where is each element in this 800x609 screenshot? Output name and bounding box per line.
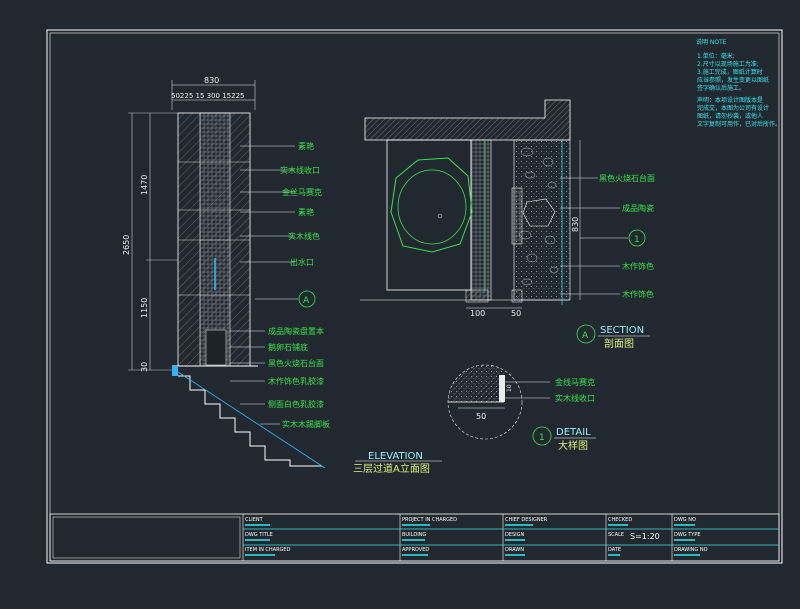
section-label-1: 成品陶瓷 [622, 203, 654, 213]
elevation-title-en: ELEVATION [368, 451, 423, 462]
tb-dwg-no: DWG NO [674, 517, 696, 523]
elev-label-10: 侧面白色乳胶漆 [268, 399, 324, 409]
detail-dim-10: 10 [506, 384, 513, 392]
section-marker-a-letter: A [303, 296, 310, 306]
tb-drawing-no: DRAWING NO [674, 547, 708, 553]
tb-chief-designer: CHIEF DESIGNER [505, 517, 548, 523]
elev-label-1: 实木线收口 [280, 165, 320, 175]
section-label-3: 木作饰色 [622, 289, 654, 299]
notes-line-7: 图纸，请勿抄袭，或他人 [697, 112, 763, 120]
sheet-inner-frame [49, 32, 780, 562]
notes-block: 说明 NOTE 1.单位：毫米; 2.尺寸以现场施工为准; 3.施工完成，图纸计… [696, 38, 781, 128]
elev-dim-1470: 1470 [140, 175, 149, 195]
detail-label-0: 金线马赛克 [555, 377, 595, 387]
elev-dim-830: 830 [204, 76, 219, 85]
section-label-2: 木作饰色 [622, 261, 654, 271]
elev-label-3: 素艳 [298, 207, 314, 217]
sheet-outer-frame [46, 29, 783, 564]
tb-scale: SCALE [608, 532, 624, 538]
section-title-en: SECTION [600, 325, 644, 336]
notes-line-8: 文字复制可用作，已对后所作。 [697, 120, 781, 128]
tb-building: BUILDING [402, 532, 426, 538]
elev-label-2: 金丝马赛克 [282, 187, 322, 197]
elevation-title-cn: 三层过道A立面图 [353, 462, 430, 475]
elev-label-0: 素艳 [298, 141, 314, 151]
notes-line-2: 3.施工完成，图纸计算时 [697, 68, 763, 76]
tb-scale-value: S=1:20 [630, 532, 660, 541]
elev-label-7: 鹅卵石铺底 [268, 342, 308, 352]
section-detail-marker-num: 1 [634, 235, 640, 245]
notes-line-6: 完成交，本图为公司有设计 [697, 104, 769, 112]
elev-dim-2650: 2650 [122, 235, 131, 255]
detail-dim-50: 50 [476, 412, 486, 421]
detail-title-cn: 大样图 [558, 439, 588, 452]
notes-line-1: 2.尺寸以现场施工为准; [697, 60, 759, 68]
section-title-marker-letter: A [582, 331, 589, 341]
elev-label-5: 出水口 [290, 257, 314, 267]
detail-title-en: DETAIL [556, 427, 591, 438]
tb-approved: APPROVED [402, 547, 429, 553]
elev-label-9: 木作饰色乳胶漆 [268, 376, 324, 386]
tb-dwg-title: DWG TITLE [245, 532, 273, 538]
section-title-cn: 剖面图 [604, 337, 634, 350]
section-dim-100: 100 [470, 309, 485, 318]
elev-label-6: 成品陶瓷盘置本 [268, 326, 324, 336]
tb-project: PROJECT IN CHARGED [402, 517, 457, 523]
title-block: CLIENT PROJECT IN CHARGED CHIEF DESIGNER… [49, 513, 780, 562]
section-label-0: 黑色火烧石台面 [599, 173, 655, 183]
elev-dim-segments: 50225 15 300 15225 [171, 92, 244, 100]
tb-client: CLIENT [245, 517, 264, 523]
elev-label-8: 黑色火烧石台面 [268, 358, 324, 368]
tb-item: ITEM IN CHARGED [245, 547, 291, 553]
section-drawing: 830 100 50 黑色火烧石台面 成品陶瓷 木作饰色 木作饰色 1 A SE… [360, 99, 655, 350]
elev-label-4: 实木线色 [288, 231, 320, 241]
tb-design: DESIGN [505, 532, 525, 538]
tb-date: DATE [608, 547, 621, 553]
elev-dim-1150: 1150 [140, 298, 149, 318]
notes-line-3: 应当参照，发生变更以图纸 [697, 76, 769, 84]
cad-drawing-sheet: 830 50225 15 300 15225 1470 2650 1150 30 [46, 29, 783, 564]
notes-header: 说明 NOTE [696, 38, 727, 46]
detail-label-1: 实木线收口 [555, 393, 595, 403]
detail-title-marker-num: 1 [539, 433, 545, 443]
basin-outline [390, 157, 473, 253]
tb-dwg-type: DWG TYPE [674, 532, 701, 538]
notes-line-4: 签字确认后施工。 [697, 84, 745, 92]
notes-line-0: 1.单位：毫米; [697, 52, 735, 60]
tb-checked: CHECKED [608, 517, 632, 523]
detail-drawing: 金线马赛克 实木线收口 50 10 1 DETAIL 大样图 [447, 364, 596, 452]
tb-drawn: DRAWN [505, 547, 524, 553]
notes-line-5: 声明：本项设计图版本是 [697, 96, 763, 104]
elev-dim-30: 30 [140, 362, 149, 372]
section-dim-830: 830 [571, 217, 580, 232]
elev-label-11: 实木木踢脚板 [282, 419, 330, 429]
section-dim-50: 50 [511, 309, 521, 318]
